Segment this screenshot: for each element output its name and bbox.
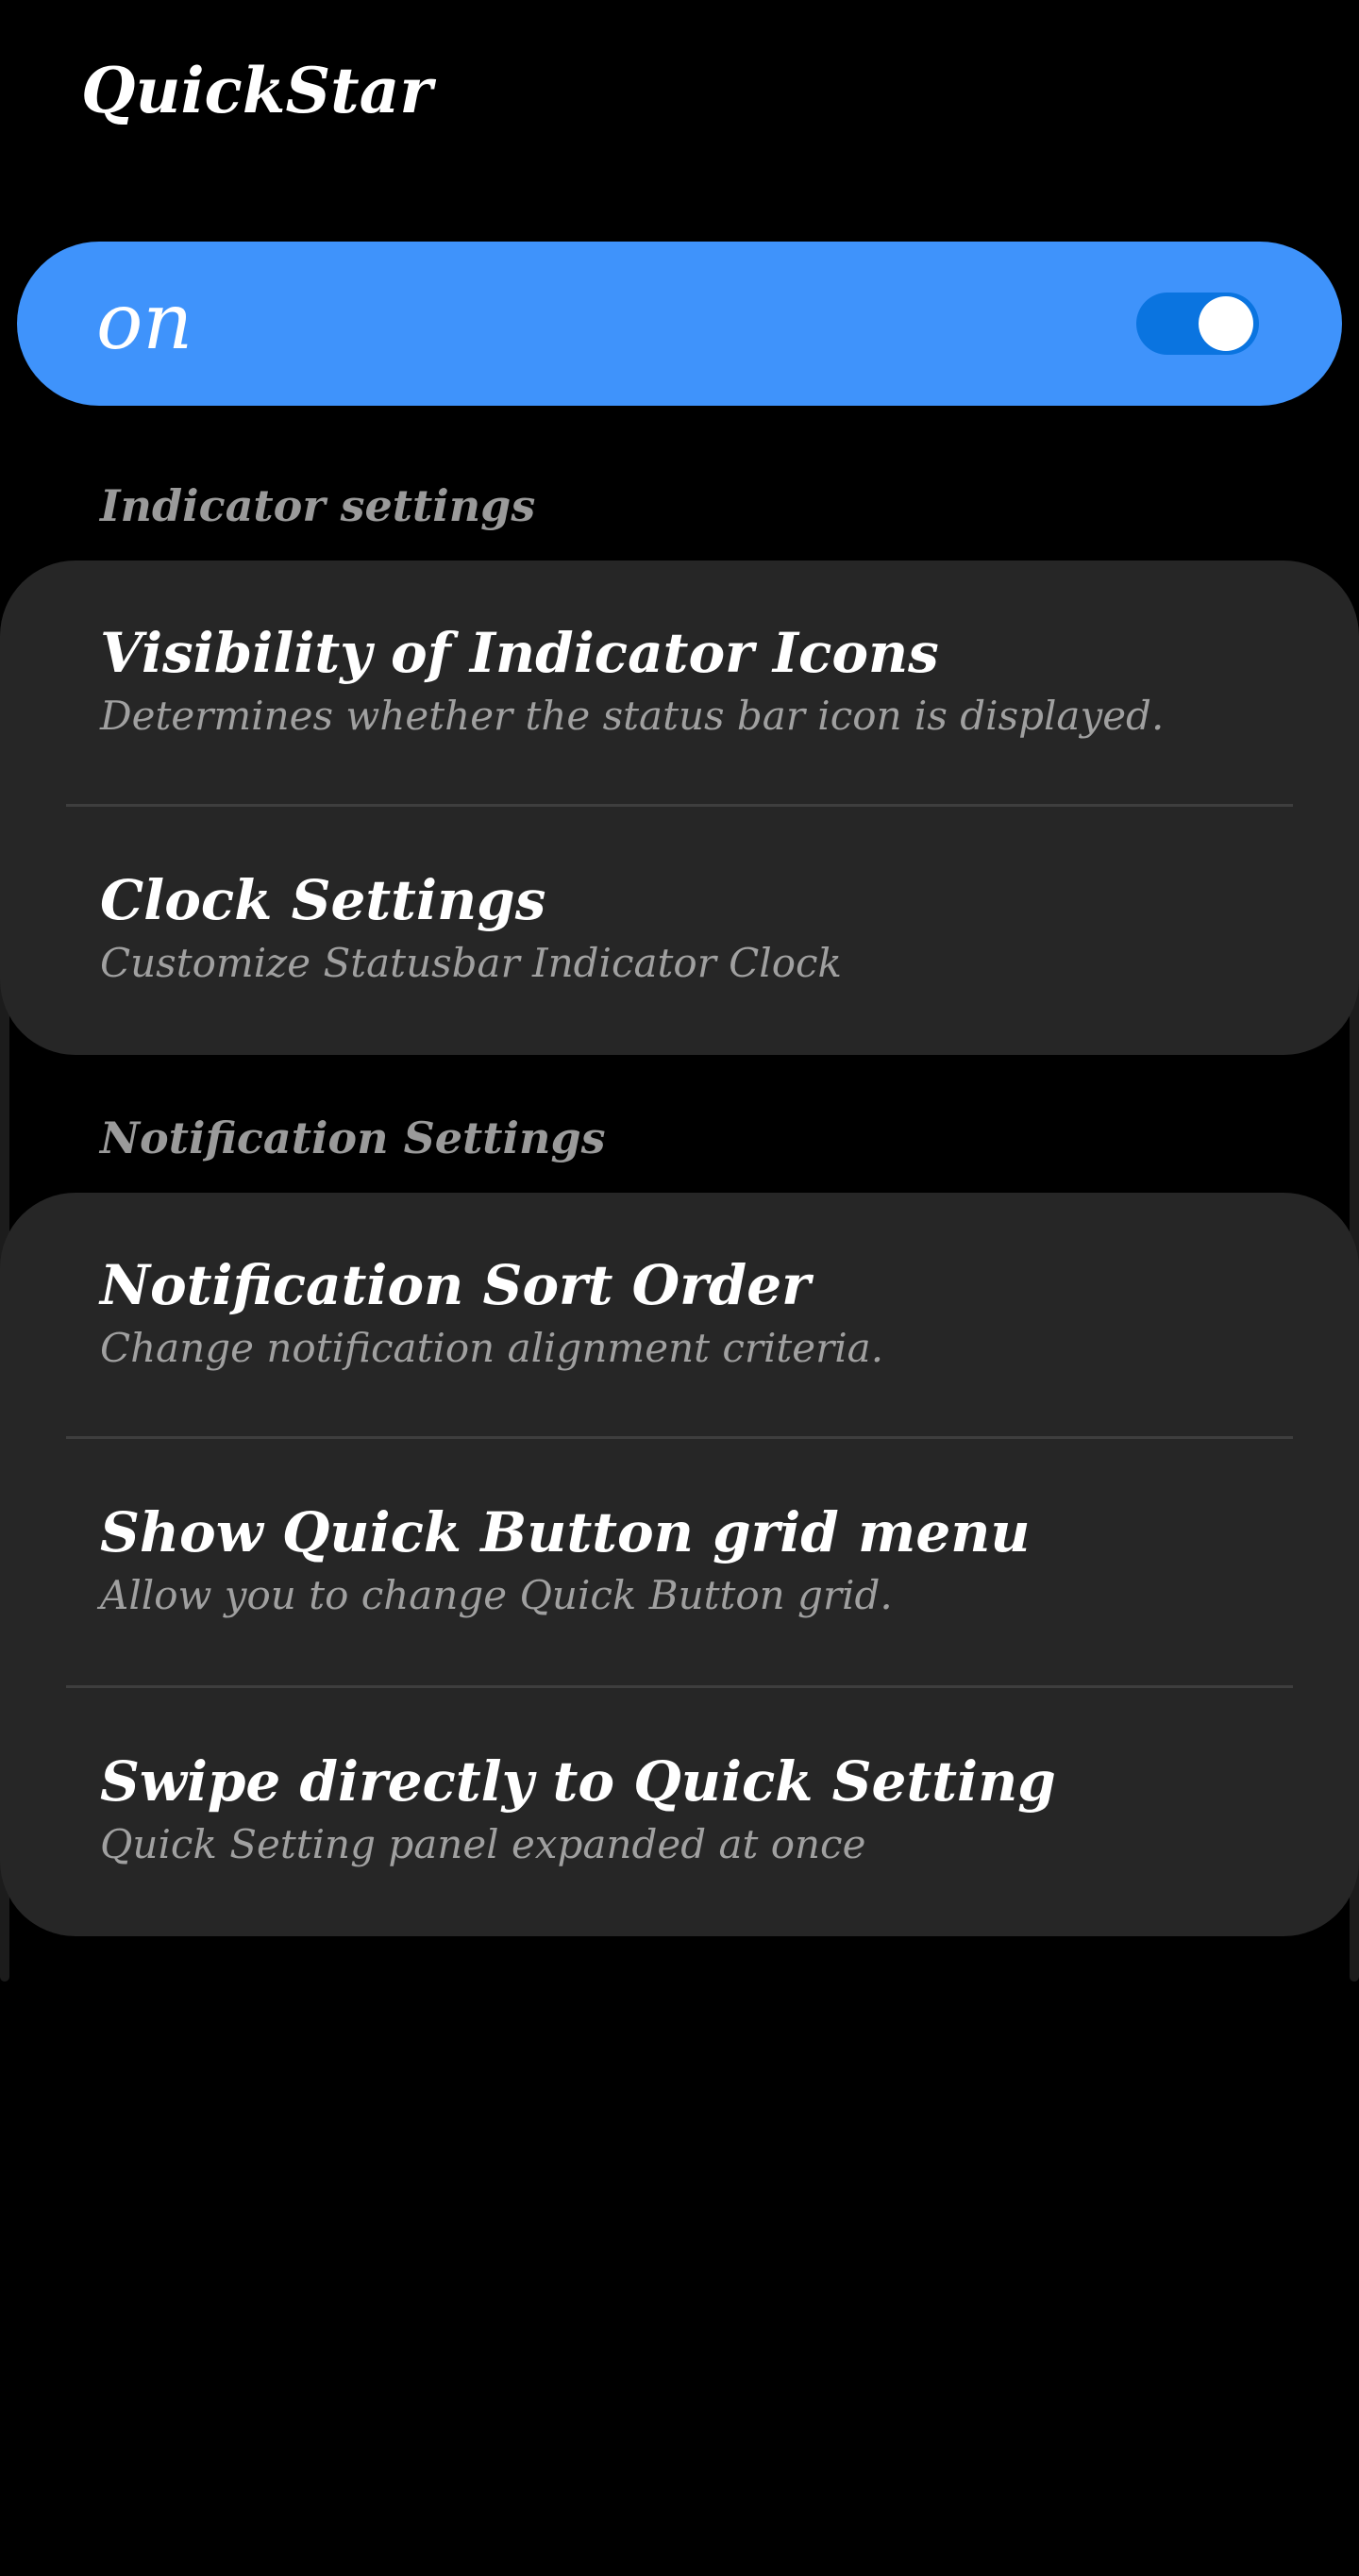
setting-title: Show Quick Button grid menu xyxy=(100,1500,1031,1564)
app-title: QuickStar xyxy=(81,54,433,127)
setting-row-clock-settings[interactable]: Clock Settings Customize Statusbar Indic… xyxy=(0,808,1359,1055)
setting-row-swipe-directly-to-quick-setting[interactable]: Swipe directly to Quick Setting Quick Se… xyxy=(0,1689,1359,1936)
notification-settings-card: Notification Sort Order Change notificat… xyxy=(0,1193,1359,1936)
setting-row-show-quick-button-grid-menu[interactable]: Show Quick Button grid menu Allow you to… xyxy=(0,1440,1359,1687)
setting-row-visibility-of-indicator-icons[interactable]: Visibility of Indicator Icons Determines… xyxy=(0,560,1359,808)
setting-subtitle: Determines whether the status bar icon i… xyxy=(100,693,1165,739)
master-switch-bar[interactable]: on xyxy=(17,242,1342,406)
setting-title: Notification Sort Order xyxy=(100,1253,811,1317)
setting-title: Swipe directly to Quick Setting xyxy=(100,1749,1056,1814)
master-toggle-switch[interactable] xyxy=(1136,293,1259,355)
setting-row-notification-sort-order[interactable]: Notification Sort Order Change notificat… xyxy=(0,1193,1359,1440)
indicator-settings-card: Visibility of Indicator Icons Determines… xyxy=(0,560,1359,1055)
master-switch-label: on xyxy=(96,277,193,367)
setting-subtitle: Customize Statusbar Indicator Clock xyxy=(100,940,842,986)
setting-title: Clock Settings xyxy=(100,868,546,932)
section-header-notification-settings: Notification Settings xyxy=(100,1112,606,1163)
setting-title: Visibility of Indicator Icons xyxy=(100,621,939,685)
row-divider xyxy=(66,804,1293,807)
setting-subtitle: Quick Setting panel expanded at once xyxy=(100,1821,866,1867)
setting-subtitle: Change notification alignment criteria. xyxy=(100,1325,884,1371)
toggle-knob xyxy=(1199,296,1253,351)
row-divider xyxy=(66,1436,1293,1439)
setting-subtitle: Allow you to change Quick Button grid. xyxy=(100,1572,893,1618)
row-divider xyxy=(66,1685,1293,1688)
section-header-indicator-settings: Indicator settings xyxy=(100,480,536,531)
